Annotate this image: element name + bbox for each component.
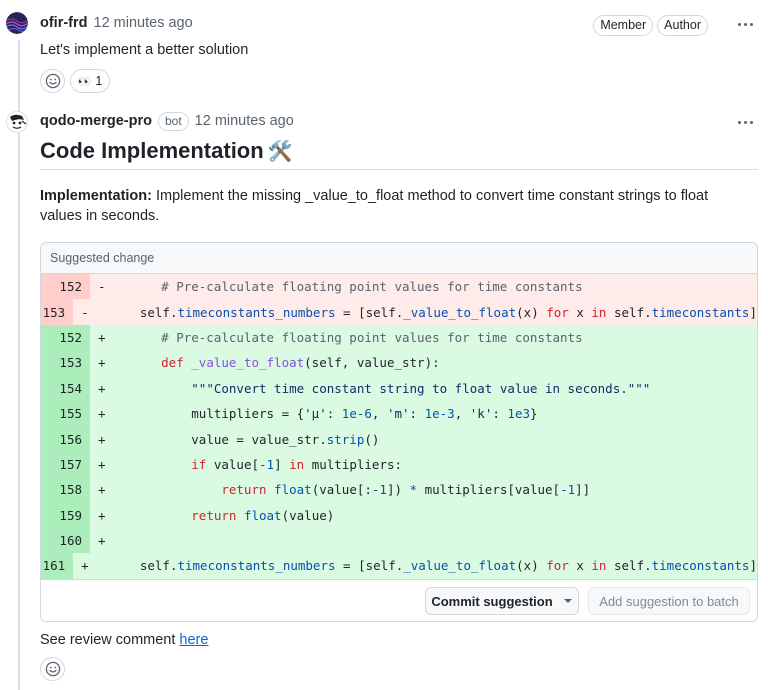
add-to-batch-label: Add suggestion to batch [599,593,739,609]
code-text: multipliers = {'µ': 1e-6, 'm': 1e-3, 'k'… [191,406,538,422]
diff-sign: - [98,279,106,295]
diff-line: 153 - self.timeconstants_numbers = [self… [41,299,757,325]
diff-sign: + [98,380,106,396]
diff-sign: + [98,507,106,523]
timeline-line [18,40,20,690]
diff-line: 160 + [41,527,757,554]
diff-line: 158 + return float(value[:-1]) * multipl… [41,477,757,503]
diff-sign: + [98,456,106,472]
review-comment-link[interactable]: here [179,632,208,648]
smiley-icon [45,661,60,677]
line-number: 159 [41,502,90,528]
commit-suggestion-button[interactable]: Commit suggestion [425,587,579,615]
code-text: # Pre-calculate floating point values fo… [161,329,583,345]
diff-sign: + [98,431,106,447]
add-suggestion-to-batch-button[interactable]: Add suggestion to batch [588,587,750,615]
commit-suggestion-label: Commit suggestion [431,593,553,609]
comment-header: ofir-frd 12 minutes ago [40,12,193,34]
code-text: def _value_to_float(self, value_str): [161,355,440,371]
line-number: 153 [41,299,74,325]
suggested-change-box: Suggested change 152 - # Pre-calculate f… [40,242,758,622]
diff-line: 155 + multipliers = {'µ': 1e-6, 'm': 1e-… [41,400,757,427]
diff-sign: + [98,482,106,498]
code-text: # Pre-calculate floating point values fo… [161,279,583,295]
code-text: return float(value[:-1]) * multipliers[v… [221,482,591,498]
comment-time[interactable]: 12 minutes ago [195,113,294,129]
member-badge: Member [593,15,654,36]
diff-line: 152 - # Pre-calculate floating point val… [41,274,757,300]
comment-header: qodo-merge-pro bot 12 minutes ago [40,110,294,132]
add-reaction-button[interactable] [40,69,65,93]
line-number: 161 [41,553,74,579]
author-name[interactable]: ofir-frd [40,15,88,31]
line-number: 153 [41,350,90,376]
diff-line: 161 + self.timeconstants_numbers = [self… [41,553,757,579]
author-name[interactable]: qodo-merge-pro [40,113,152,129]
diff-line: 156 + value = value_str.strip() [41,426,757,452]
title-divider [40,169,758,170]
line-number: 152 [41,324,90,351]
see-review-prefix: See review comment [40,632,176,648]
diff-line: 157 + if value[-1] in multipliers: [41,451,757,478]
diff-sign: + [98,355,106,371]
comment-options-icon[interactable] [734,14,756,34]
line-number: 158 [41,477,90,503]
diff-sign: + [98,329,106,345]
comment-options-icon[interactable] [734,112,756,132]
diff-sign: + [98,406,106,422]
code-text: self.timeconstants_numbers = [self._valu… [139,304,757,320]
code-text: self.timeconstants_numbers = [self._valu… [139,558,757,574]
chevron-down-icon [563,599,572,603]
avatar-qodo-merge-pro[interactable] [6,111,28,133]
comment-time[interactable]: 12 minutes ago [94,15,193,31]
implementation-label: Implementation: [40,188,152,204]
code-text: """Convert time constant string to float… [191,380,651,396]
role-badges: Member Author [593,15,708,36]
diff-line: 152 + # Pre-calculate floating point val… [41,324,757,351]
eyes-reaction-button[interactable]: 👀 1 [70,69,110,93]
avatar-ofir-frd[interactable] [6,12,28,34]
diff-line: 154 + """Convert time constant string to… [41,375,757,401]
title-text: Code Implementation [40,138,264,163]
line-number: 152 [41,274,90,300]
diff-sign: - [81,304,89,320]
section-title: Code Implementation 🛠️ [40,138,293,164]
tools-icon: 🛠️ [267,140,293,163]
bot-badge: bot [157,111,189,131]
comment-body: Let's implement a better solution [40,42,249,58]
suggestion-footer: Commit suggestion Add suggestion to batc… [41,579,757,621]
eyes-icon: 👀 [77,75,92,88]
line-number: 154 [41,375,90,401]
add-reaction-button[interactable] [40,657,65,681]
author-badge: Author [657,15,708,36]
diff-line: 153 + def _value_to_float(self, value_st… [41,350,757,376]
code-text: return float(value) [191,507,335,523]
code-text: if value[-1] in multipliers: [191,456,403,472]
diff-line: 159 + return float(value) [41,502,757,528]
line-number: 156 [41,426,90,452]
code-text: value = value_str.strip() [191,431,380,447]
suggested-change-header: Suggested change [41,243,757,274]
implementation-text: Implementation: Implement the missing _v… [40,186,752,226]
reaction-count: 1 [95,74,103,88]
smiley-icon [45,73,60,89]
line-number: 160 [41,527,90,554]
see-review-text: See review comment here [40,630,208,650]
diff-sign: + [98,533,106,549]
line-number: 155 [41,400,90,427]
diff-sign: + [81,558,89,574]
line-number: 157 [41,451,90,478]
